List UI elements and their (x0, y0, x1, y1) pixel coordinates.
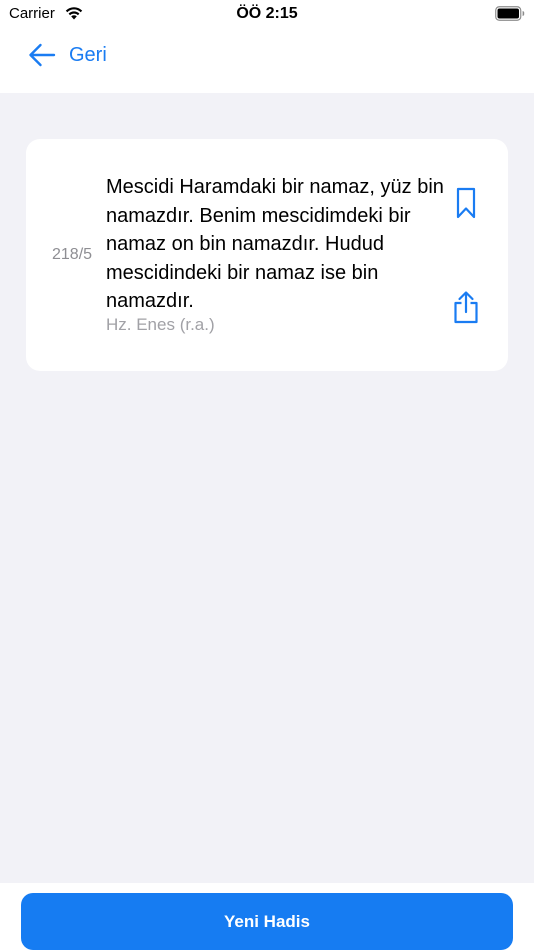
hadith-text: Mescidi Haramdaki bir namaz, yüz bin nam… (106, 176, 444, 312)
hadith-card: 218/5 Mescidi Haramdaki bir namaz, yüz b… (26, 139, 508, 371)
battery-icon (495, 6, 525, 21)
status-bar: Carrier ÖÖ 2:15 (0, 0, 534, 28)
bookmark-button[interactable] (452, 185, 480, 221)
navigation-bar: Geri (0, 28, 534, 93)
bookmark-icon (456, 187, 476, 219)
new-hadith-button[interactable]: Yeni Hadis (21, 893, 513, 950)
hadith-number: 218/5 (52, 246, 93, 263)
hadith-source: Hz. Enes (r.a.) (106, 315, 215, 334)
share-button[interactable] (450, 289, 482, 325)
share-icon (454, 291, 478, 324)
bottom-bar: Yeni Hadis (0, 883, 534, 950)
arrow-left-icon (29, 43, 56, 67)
status-time: ÖÖ 2:15 (236, 5, 298, 22)
back-label: Geri (69, 43, 107, 66)
back-button[interactable]: Geri (28, 42, 107, 68)
